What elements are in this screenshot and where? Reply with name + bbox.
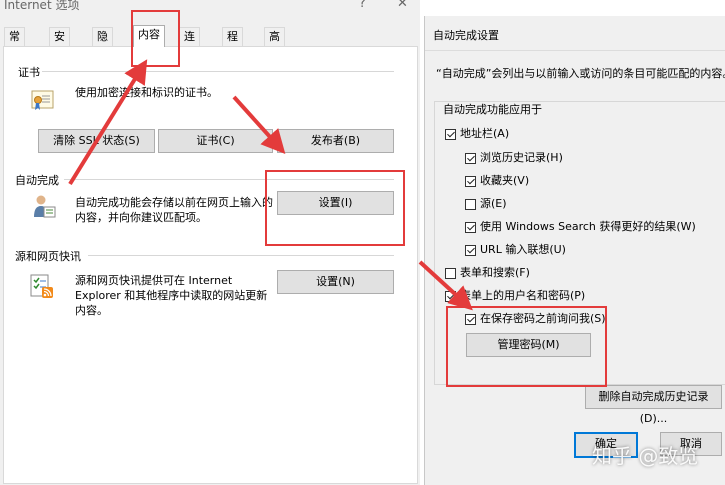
watermark: 知乎 @致览 bbox=[592, 444, 699, 468]
arrow-to-settings bbox=[232, 95, 286, 154]
arrow-to-passwords bbox=[418, 260, 473, 311]
annotation-arrows bbox=[68, 59, 473, 311]
arrow-to-content-tab bbox=[68, 59, 148, 186]
